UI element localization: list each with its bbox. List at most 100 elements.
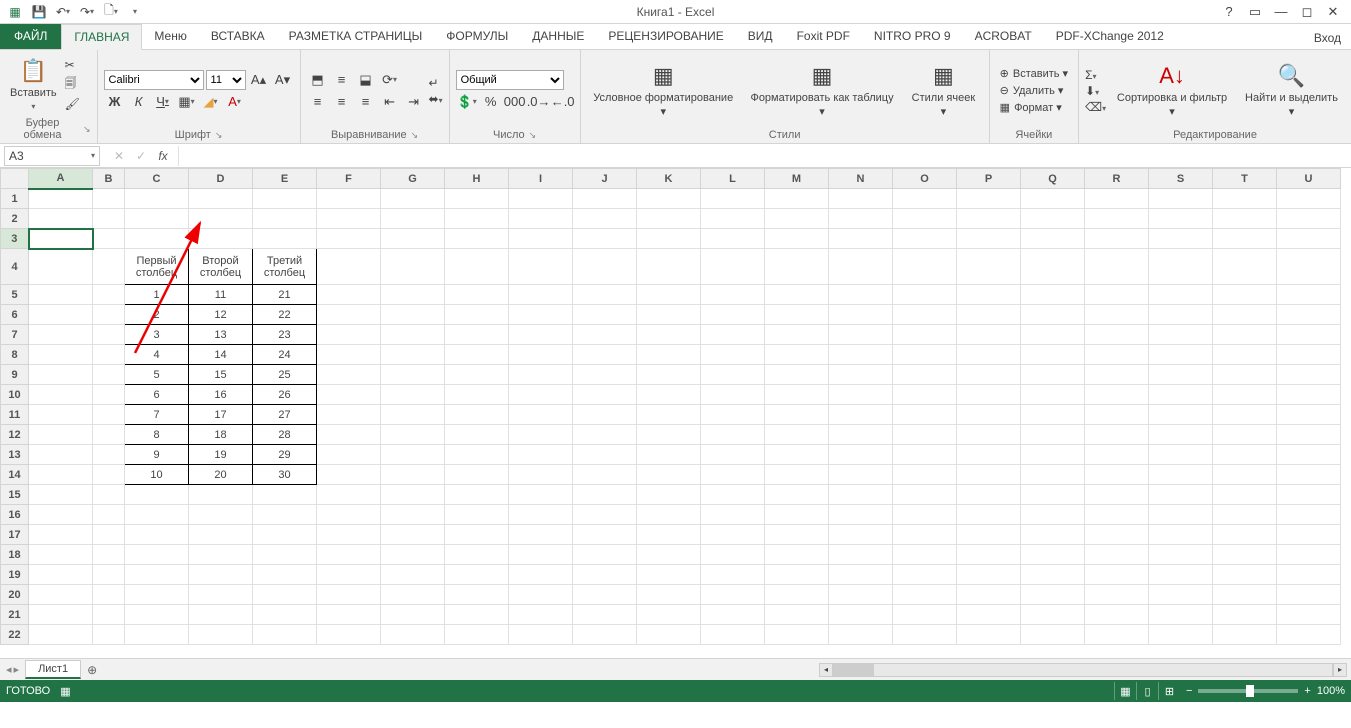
- decrease-decimal-icon[interactable]: ←.0: [552, 92, 574, 112]
- cell[interactable]: [1021, 325, 1085, 345]
- cell[interactable]: [1213, 325, 1277, 345]
- cut-icon[interactable]: ✂: [65, 58, 80, 72]
- cell[interactable]: [829, 425, 893, 445]
- cell[interactable]: [1085, 585, 1149, 605]
- column-header[interactable]: F: [317, 169, 381, 189]
- cell[interactable]: [1277, 525, 1341, 545]
- cell[interactable]: [253, 585, 317, 605]
- cell[interactable]: [29, 385, 93, 405]
- cell[interactable]: [381, 305, 445, 325]
- cell[interactable]: [445, 585, 509, 605]
- align-center-icon[interactable]: ≡: [331, 92, 353, 112]
- cell[interactable]: [1021, 385, 1085, 405]
- cell[interactable]: [893, 625, 957, 645]
- row-header[interactable]: 12: [1, 425, 29, 445]
- cell[interactable]: 7: [125, 405, 189, 425]
- cell[interactable]: [1021, 585, 1085, 605]
- excel-icon[interactable]: ▦: [4, 2, 26, 22]
- cell[interactable]: [701, 365, 765, 385]
- cell[interactable]: [637, 325, 701, 345]
- cell[interactable]: [893, 325, 957, 345]
- cell[interactable]: 10: [125, 465, 189, 485]
- cell[interactable]: [1085, 285, 1149, 305]
- row-header[interactable]: 15: [1, 485, 29, 505]
- cell[interactable]: [317, 365, 381, 385]
- cell[interactable]: [125, 505, 189, 525]
- cell[interactable]: [381, 345, 445, 365]
- cell[interactable]: [1149, 229, 1213, 249]
- cell[interactable]: 22: [253, 305, 317, 325]
- cell[interactable]: [573, 505, 637, 525]
- cell[interactable]: [701, 545, 765, 565]
- column-header[interactable]: S: [1149, 169, 1213, 189]
- borders-button[interactable]: ▦▾: [176, 92, 198, 112]
- cell[interactable]: [125, 545, 189, 565]
- cell[interactable]: [1149, 385, 1213, 405]
- cell[interactable]: [317, 305, 381, 325]
- cell[interactable]: [1149, 605, 1213, 625]
- cell[interactable]: [637, 305, 701, 325]
- cell[interactable]: [765, 425, 829, 445]
- cell[interactable]: [1085, 385, 1149, 405]
- cell[interactable]: [253, 485, 317, 505]
- formula-input[interactable]: [179, 146, 1351, 166]
- cell[interactable]: [1213, 305, 1277, 325]
- cell[interactable]: [957, 625, 1021, 645]
- cell[interactable]: [1021, 285, 1085, 305]
- cell[interactable]: [1277, 545, 1341, 565]
- cell[interactable]: [29, 345, 93, 365]
- cell[interactable]: [93, 445, 125, 465]
- cell[interactable]: [1213, 565, 1277, 585]
- cell[interactable]: [445, 325, 509, 345]
- cell[interactable]: [829, 249, 893, 285]
- cell[interactable]: [893, 229, 957, 249]
- cell[interactable]: [1213, 465, 1277, 485]
- cell[interactable]: [957, 565, 1021, 585]
- clipboard-launcher-icon[interactable]: ↘: [83, 124, 91, 135]
- cell[interactable]: [701, 525, 765, 545]
- scroll-right-icon[interactable]: ▸: [1333, 663, 1347, 677]
- tab-formulas[interactable]: ФОРМУЛЫ: [434, 23, 520, 49]
- cell[interactable]: [93, 249, 125, 285]
- tab-data[interactable]: ДАННЫЕ: [520, 23, 596, 49]
- cell[interactable]: [381, 249, 445, 285]
- cell[interactable]: 11: [189, 285, 253, 305]
- cell[interactable]: [1021, 465, 1085, 485]
- cell[interactable]: 18: [189, 425, 253, 445]
- cell[interactable]: 3: [125, 325, 189, 345]
- cell[interactable]: [509, 545, 573, 565]
- cell[interactable]: [957, 445, 1021, 465]
- row-header[interactable]: 14: [1, 465, 29, 485]
- cell[interactable]: [573, 249, 637, 285]
- cell[interactable]: [573, 305, 637, 325]
- cell[interactable]: [93, 425, 125, 445]
- cell[interactable]: [1213, 605, 1277, 625]
- cell[interactable]: [701, 229, 765, 249]
- column-header[interactable]: N: [829, 169, 893, 189]
- cell[interactable]: [829, 545, 893, 565]
- cell[interactable]: [573, 485, 637, 505]
- tab-insert[interactable]: ВСТАВКА: [199, 23, 277, 49]
- cell[interactable]: [317, 465, 381, 485]
- cell[interactable]: [637, 189, 701, 209]
- cell[interactable]: [445, 525, 509, 545]
- cell[interactable]: [765, 189, 829, 209]
- row-header[interactable]: 11: [1, 405, 29, 425]
- cell[interactable]: [1085, 485, 1149, 505]
- cell[interactable]: [445, 485, 509, 505]
- cell[interactable]: [1277, 465, 1341, 485]
- cell[interactable]: [957, 209, 1021, 229]
- cell[interactable]: [1021, 605, 1085, 625]
- column-header[interactable]: C: [125, 169, 189, 189]
- cell[interactable]: [1149, 525, 1213, 545]
- cell[interactable]: [637, 465, 701, 485]
- cell[interactable]: [1213, 545, 1277, 565]
- cell[interactable]: [637, 545, 701, 565]
- cell[interactable]: [573, 345, 637, 365]
- row-header[interactable]: 4: [1, 249, 29, 285]
- select-all-corner[interactable]: [1, 169, 29, 189]
- cell[interactable]: [701, 585, 765, 605]
- cell[interactable]: [509, 345, 573, 365]
- cell[interactable]: [509, 465, 573, 485]
- cell[interactable]: 8: [125, 425, 189, 445]
